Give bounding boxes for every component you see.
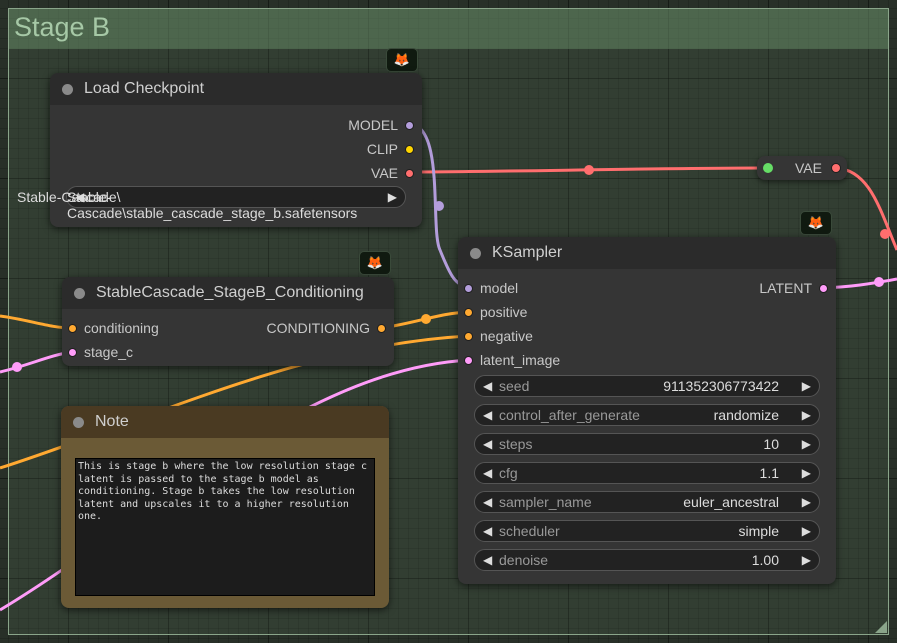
output-vae[interactable]: VAE xyxy=(371,165,414,181)
collapse-dot[interactable] xyxy=(470,248,481,259)
widget-value: 10 xyxy=(763,436,779,452)
widget-scheduler[interactable]: ◀ scheduler simple ▶ xyxy=(474,520,820,542)
decrement-arrow-icon[interactable]: ◀ xyxy=(483,553,492,567)
widget-value: 911352306773422 xyxy=(663,378,779,394)
increment-arrow-icon[interactable]: ▶ xyxy=(802,379,811,393)
decrement-arrow-icon[interactable]: ◀ xyxy=(483,408,492,422)
slot-label: MODEL xyxy=(348,117,398,133)
widget-name: seed xyxy=(499,378,530,394)
node-title: KSampler xyxy=(492,244,563,261)
slot-dot[interactable] xyxy=(405,145,414,154)
output-model[interactable]: MODEL xyxy=(348,117,414,133)
node-title: Note xyxy=(95,413,129,430)
right-arrow-icon[interactable]: ▶ xyxy=(388,190,397,204)
node-ksampler[interactable]: KSampler model positive negative latent_… xyxy=(458,237,836,584)
slot-label: latent_image xyxy=(480,352,561,368)
wire-midpoint[interactable] xyxy=(584,165,594,175)
slot-label: model xyxy=(480,280,519,296)
slot-dot[interactable] xyxy=(819,284,828,293)
slot-dot[interactable] xyxy=(68,324,77,333)
node-title-bar[interactable]: Load Checkpoint xyxy=(50,73,422,105)
node-title-bar[interactable]: KSampler xyxy=(458,237,836,269)
slot-dot[interactable] xyxy=(405,169,414,178)
decrement-arrow-icon[interactable]: ◀ xyxy=(483,379,492,393)
widget-denoise[interactable]: ◀ denoise 1.00 ▶ xyxy=(474,549,820,571)
reroute-output-dot[interactable] xyxy=(831,163,841,173)
widget-name: control_after_generate xyxy=(499,407,640,423)
slot-dot[interactable] xyxy=(464,332,473,341)
slot-dot[interactable] xyxy=(464,284,473,293)
node-title-bar[interactable]: StableCascade_StageB_Conditioning xyxy=(62,277,394,309)
widget-name: cfg xyxy=(499,465,518,481)
output-conditioning[interactable]: CONDITIONING xyxy=(266,320,386,336)
slot-label: negative xyxy=(480,328,533,344)
fox-icon[interactable]: 🦊 xyxy=(359,251,391,275)
increment-arrow-icon[interactable]: ▶ xyxy=(802,495,811,509)
increment-arrow-icon[interactable]: ▶ xyxy=(802,408,811,422)
widget-name: denoise xyxy=(499,552,549,568)
slot-dot[interactable] xyxy=(464,308,473,317)
node-reroute-vae[interactable]: VAE xyxy=(757,156,847,180)
reroute-input-dot[interactable] xyxy=(763,163,773,173)
slot-label: VAE xyxy=(371,165,398,181)
node-title: Load Checkpoint xyxy=(84,80,205,97)
input-model[interactable]: model xyxy=(464,280,519,296)
fox-icon[interactable]: 🦊 xyxy=(800,211,832,235)
reroute-label: VAE xyxy=(795,160,822,176)
input-latent-image[interactable]: latent_image xyxy=(464,352,561,368)
increment-arrow-icon[interactable]: ▶ xyxy=(802,437,811,451)
decrement-arrow-icon[interactable]: ◀ xyxy=(483,437,492,451)
widget-seed[interactable]: ◀ seed 911352306773422 ▶ xyxy=(474,375,820,397)
widget-value: simple xyxy=(738,523,779,539)
output-clip[interactable]: CLIP xyxy=(366,141,414,157)
collapse-dot[interactable] xyxy=(73,417,84,428)
slot-label: LATENT xyxy=(759,280,812,296)
slot-dot[interactable] xyxy=(464,356,473,365)
wire-midpoint[interactable] xyxy=(421,314,431,324)
decrement-arrow-icon[interactable]: ◀ xyxy=(483,466,492,480)
node-note[interactable]: Note This is stage b where the low resol… xyxy=(61,406,389,608)
widget-value: 1.00 xyxy=(751,552,779,568)
slot-label: positive xyxy=(480,304,528,320)
widget-name: scheduler xyxy=(499,523,560,539)
note-textarea[interactable]: This is stage b where the low resolution… xyxy=(75,458,375,596)
decrement-arrow-icon[interactable]: ◀ xyxy=(483,495,492,509)
increment-arrow-icon[interactable]: ▶ xyxy=(802,553,811,567)
input-positive[interactable]: positive xyxy=(464,304,528,320)
node-title: StableCascade_StageB_Conditioning xyxy=(96,284,364,301)
widget-name: sampler_name xyxy=(499,494,592,510)
increment-arrow-icon[interactable]: ▶ xyxy=(802,466,811,480)
decrement-arrow-icon[interactable]: ◀ xyxy=(483,524,492,538)
node-title-bar[interactable]: Note xyxy=(61,406,389,438)
widget-value: 1.1 xyxy=(759,465,779,481)
slot-label: CONDITIONING xyxy=(266,320,370,336)
wire-midpoint[interactable] xyxy=(434,201,444,211)
widget-value: randomize xyxy=(713,407,779,423)
widget-steps[interactable]: ◀ steps 10 ▶ xyxy=(474,433,820,455)
output-latent[interactable]: LATENT xyxy=(759,280,828,296)
widget-control-after-generate[interactable]: ◀ control_after_generate randomize ▶ xyxy=(474,404,820,426)
widget-sampler-name[interactable]: ◀ sampler_name euler_ancestral ▶ xyxy=(474,491,820,513)
slot-label: conditioning xyxy=(84,320,159,336)
node-stagec-conditioning[interactable]: StableCascade_StageB_Conditioning condit… xyxy=(62,277,394,366)
collapse-dot[interactable] xyxy=(74,288,85,299)
slot-dot[interactable] xyxy=(377,324,386,333)
wire-midpoint[interactable] xyxy=(12,362,22,372)
widget-name: steps xyxy=(499,436,533,452)
wire-midpoint[interactable] xyxy=(880,229,890,239)
widget-cfg[interactable]: ◀ cfg 1.1 ▶ xyxy=(474,462,820,484)
slot-label: CLIP xyxy=(366,141,398,157)
slot-dot[interactable] xyxy=(68,348,77,357)
fox-icon[interactable]: 🦊 xyxy=(386,48,418,72)
increment-arrow-icon[interactable]: ▶ xyxy=(802,524,811,538)
wire-midpoint[interactable] xyxy=(874,277,884,287)
collapse-dot[interactable] xyxy=(62,84,73,95)
input-negative[interactable]: negative xyxy=(464,328,533,344)
slot-label: stage_c xyxy=(84,344,134,360)
widget-value: euler_ancestral xyxy=(683,494,779,510)
slot-dot[interactable] xyxy=(405,121,414,130)
ckpt-name-overflow-label: Stable-Cascade\ xyxy=(17,189,121,205)
input-conditioning[interactable]: conditioning xyxy=(68,320,159,336)
input-stage-c[interactable]: stage_c xyxy=(68,344,134,360)
